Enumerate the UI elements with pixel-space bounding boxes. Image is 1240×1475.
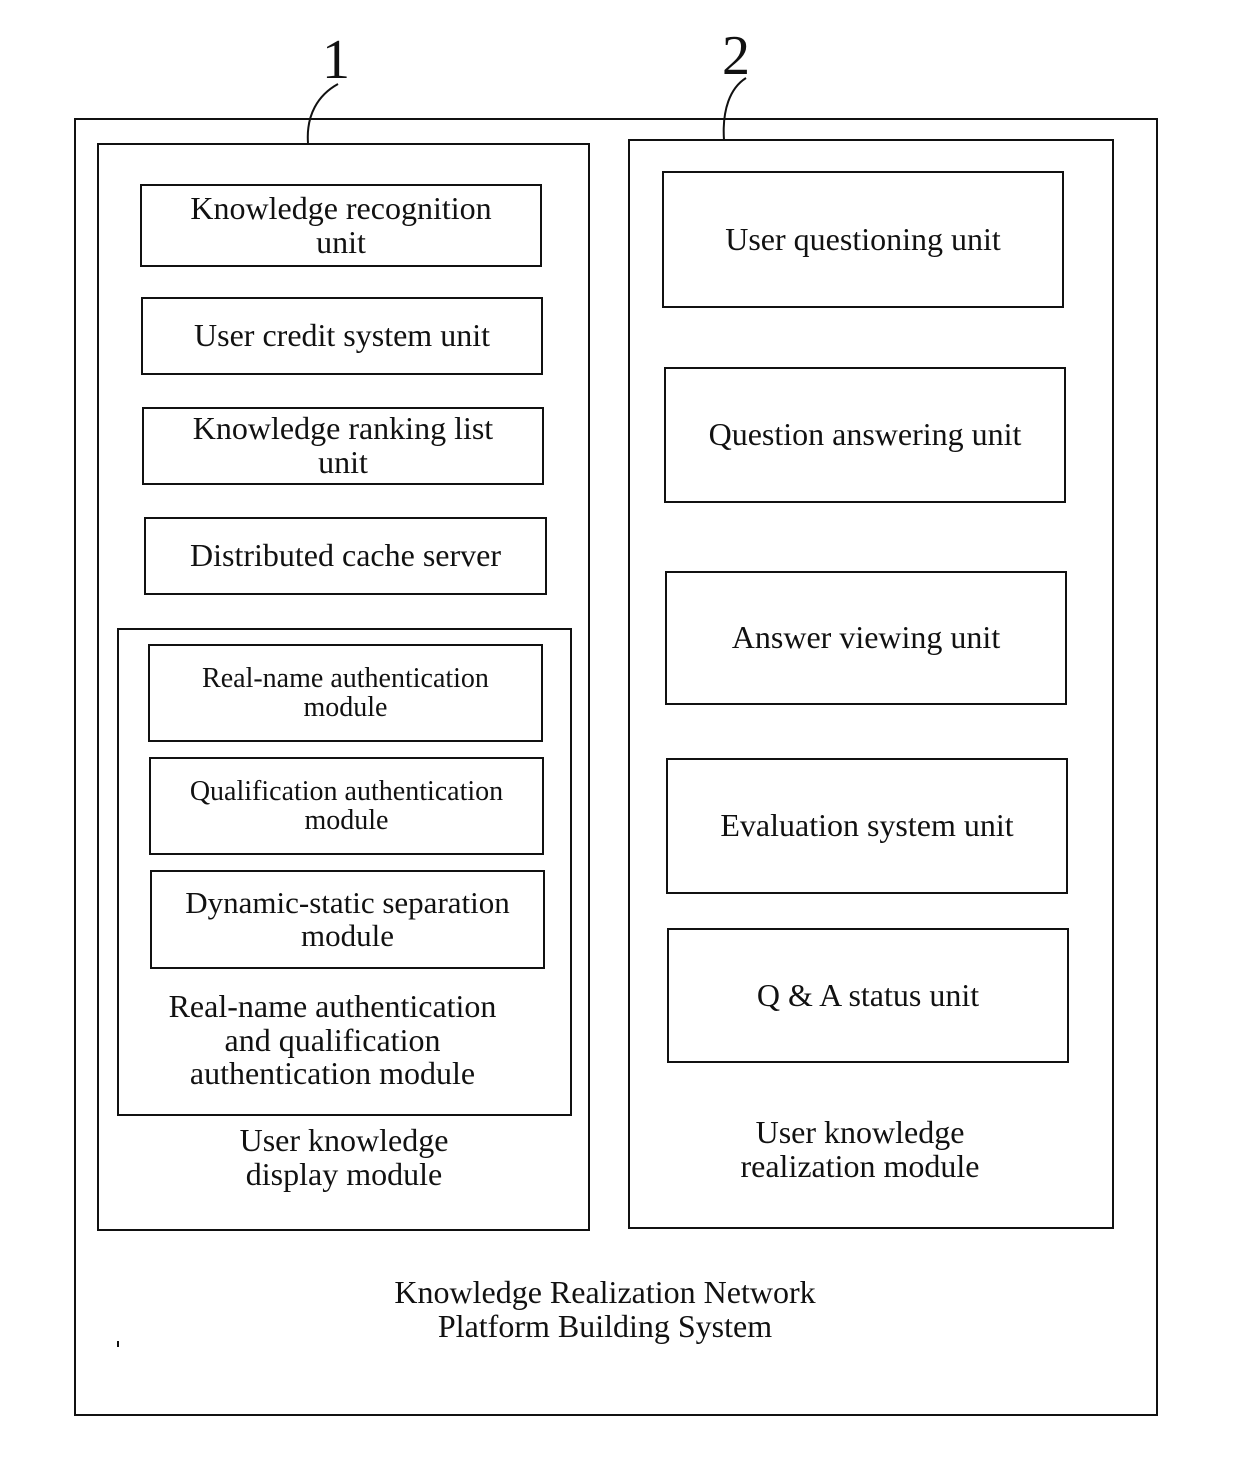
knowledge-recognition-unit: Knowledge recognition unit — [140, 184, 542, 267]
right-module-title: User knowledge realization module — [740, 1114, 980, 1184]
reference-numeral-2: 2 — [722, 25, 750, 87]
evaluation-system-unit: Evaluation system unit — [666, 758, 1068, 894]
dynamic-static-separation-module: Dynamic-static separation module — [150, 870, 545, 969]
system-title: Knowledge Realization Network Platform B… — [394, 1274, 816, 1344]
distributed-cache-server: Distributed cache server — [144, 517, 547, 595]
real-name-authentication-module: Real-name authentication module — [148, 644, 543, 742]
user-credit-system-unit: User credit system unit — [141, 297, 543, 375]
left-module-title: User knowledge display module — [239, 1122, 449, 1192]
qualification-authentication-module: Qualification authentication module — [149, 757, 544, 855]
scan-speck — [117, 1341, 119, 1347]
user-questioning-unit: User questioning unit — [662, 171, 1064, 308]
reference-numeral-1: 1 — [322, 29, 350, 91]
question-answering-unit: Question answering unit — [664, 367, 1066, 503]
qa-status-unit: Q & A status unit — [667, 928, 1069, 1063]
answer-viewing-unit: Answer viewing unit — [665, 571, 1067, 705]
knowledge-ranking-list-unit: Knowledge ranking list unit — [142, 407, 544, 485]
auth-group-title: Real-name authentication and qualificati… — [168, 988, 497, 1092]
